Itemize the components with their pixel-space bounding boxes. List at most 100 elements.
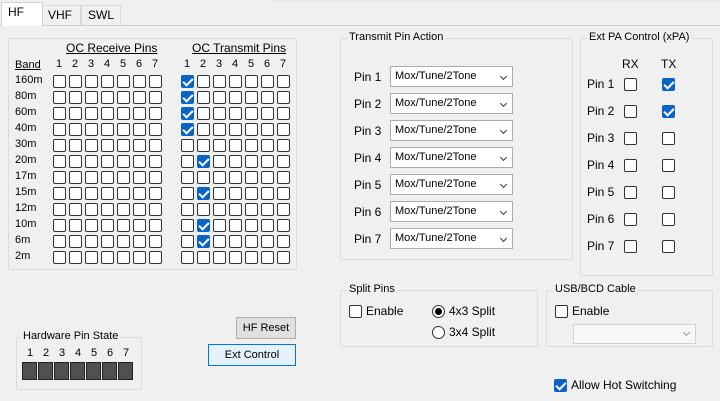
oc-transmit-checkbox[interactable] <box>229 139 242 152</box>
oc-transmit-checkbox[interactable] <box>181 235 194 248</box>
split-4x3-radio[interactable] <box>432 305 445 318</box>
oc-transmit-checkbox[interactable] <box>229 203 242 216</box>
ext-pa-rx-checkbox[interactable] <box>624 186 637 199</box>
oc-transmit-checkbox[interactable] <box>245 75 258 88</box>
transmit-pin-action-select[interactable]: Mox/Tune/2Tone <box>390 120 513 141</box>
ext-pa-tx-checkbox[interactable] <box>662 132 675 145</box>
oc-transmit-checkbox[interactable] <box>213 219 226 232</box>
oc-receive-checkbox[interactable] <box>53 203 66 216</box>
oc-receive-checkbox[interactable] <box>101 107 114 120</box>
oc-transmit-checkbox[interactable] <box>229 123 242 136</box>
oc-transmit-checkbox[interactable] <box>261 155 274 168</box>
oc-transmit-checkbox[interactable] <box>229 155 242 168</box>
oc-transmit-checkbox[interactable] <box>277 219 290 232</box>
oc-transmit-checkbox[interactable] <box>181 251 194 264</box>
oc-receive-checkbox[interactable] <box>69 75 82 88</box>
tab-swl[interactable]: SWL <box>81 5 121 25</box>
ext-pa-tx-checkbox[interactable] <box>662 213 675 226</box>
oc-receive-checkbox[interactable] <box>53 155 66 168</box>
oc-transmit-checkbox[interactable] <box>181 139 194 152</box>
oc-receive-checkbox[interactable] <box>53 91 66 104</box>
oc-receive-checkbox[interactable] <box>133 171 146 184</box>
oc-transmit-checkbox[interactable] <box>229 75 242 88</box>
oc-receive-checkbox[interactable] <box>53 235 66 248</box>
oc-transmit-checkbox[interactable] <box>245 219 258 232</box>
oc-transmit-checkbox[interactable] <box>261 75 274 88</box>
oc-transmit-checkbox[interactable] <box>261 91 274 104</box>
oc-transmit-checkbox[interactable] <box>213 155 226 168</box>
ext-control-button[interactable]: Ext Control <box>208 344 296 366</box>
oc-receive-checkbox[interactable] <box>85 91 98 104</box>
oc-transmit-checkbox[interactable] <box>229 91 242 104</box>
oc-receive-checkbox[interactable] <box>149 91 162 104</box>
oc-receive-checkbox[interactable] <box>69 139 82 152</box>
oc-transmit-checkbox[interactable] <box>181 187 194 200</box>
oc-receive-checkbox[interactable] <box>69 123 82 136</box>
oc-receive-checkbox[interactable] <box>69 219 82 232</box>
oc-receive-checkbox[interactable] <box>53 139 66 152</box>
oc-transmit-checkbox[interactable] <box>197 251 210 264</box>
oc-receive-checkbox[interactable] <box>69 187 82 200</box>
oc-transmit-checkbox[interactable] <box>181 203 194 216</box>
oc-receive-checkbox[interactable] <box>133 75 146 88</box>
oc-transmit-checkbox[interactable] <box>277 139 290 152</box>
ext-pa-tx-checkbox[interactable] <box>662 105 675 118</box>
oc-receive-checkbox[interactable] <box>69 251 82 264</box>
oc-receive-checkbox[interactable] <box>101 91 114 104</box>
allow-hot-switching-checkbox[interactable] <box>554 379 567 392</box>
oc-transmit-checkbox[interactable] <box>197 235 210 248</box>
oc-receive-checkbox[interactable] <box>117 251 130 264</box>
oc-transmit-checkbox[interactable] <box>213 203 226 216</box>
oc-transmit-checkbox[interactable] <box>277 235 290 248</box>
oc-receive-checkbox[interactable] <box>101 203 114 216</box>
ext-pa-tx-checkbox[interactable] <box>662 240 675 253</box>
oc-receive-checkbox[interactable] <box>85 187 98 200</box>
ext-pa-rx-checkbox[interactable] <box>624 105 637 118</box>
oc-receive-checkbox[interactable] <box>85 139 98 152</box>
oc-receive-checkbox[interactable] <box>69 107 82 120</box>
oc-receive-checkbox[interactable] <box>53 171 66 184</box>
oc-receive-checkbox[interactable] <box>149 107 162 120</box>
ext-pa-rx-checkbox[interactable] <box>624 78 637 91</box>
oc-receive-checkbox[interactable] <box>101 219 114 232</box>
oc-transmit-checkbox[interactable] <box>213 251 226 264</box>
oc-receive-checkbox[interactable] <box>53 107 66 120</box>
oc-transmit-checkbox[interactable] <box>261 171 274 184</box>
oc-transmit-checkbox[interactable] <box>261 251 274 264</box>
oc-receive-checkbox[interactable] <box>117 75 130 88</box>
oc-transmit-checkbox[interactable] <box>245 107 258 120</box>
oc-transmit-checkbox[interactable] <box>245 91 258 104</box>
oc-transmit-checkbox[interactable] <box>277 75 290 88</box>
oc-receive-checkbox[interactable] <box>117 91 130 104</box>
oc-receive-checkbox[interactable] <box>149 203 162 216</box>
ext-pa-rx-checkbox[interactable] <box>624 132 637 145</box>
oc-receive-checkbox[interactable] <box>85 219 98 232</box>
oc-transmit-checkbox[interactable] <box>277 187 290 200</box>
oc-transmit-checkbox[interactable] <box>181 171 194 184</box>
oc-receive-checkbox[interactable] <box>149 139 162 152</box>
transmit-pin-action-select[interactable]: Mox/Tune/2Tone <box>390 147 513 168</box>
usb-bcd-enable-checkbox[interactable] <box>555 305 568 318</box>
transmit-pin-action-select[interactable]: Mox/Tune/2Tone <box>390 174 513 195</box>
oc-receive-checkbox[interactable] <box>133 235 146 248</box>
oc-transmit-checkbox[interactable] <box>197 139 210 152</box>
oc-transmit-checkbox[interactable] <box>245 187 258 200</box>
oc-receive-checkbox[interactable] <box>101 171 114 184</box>
oc-receive-checkbox[interactable] <box>85 123 98 136</box>
oc-transmit-checkbox[interactable] <box>197 123 210 136</box>
oc-transmit-checkbox[interactable] <box>197 107 210 120</box>
oc-transmit-checkbox[interactable] <box>181 123 194 136</box>
oc-receive-checkbox[interactable] <box>101 251 114 264</box>
transmit-pin-action-select[interactable]: Mox/Tune/2Tone <box>390 228 513 249</box>
oc-receive-checkbox[interactable] <box>85 251 98 264</box>
oc-receive-checkbox[interactable] <box>133 139 146 152</box>
oc-transmit-checkbox[interactable] <box>245 139 258 152</box>
oc-receive-checkbox[interactable] <box>117 123 130 136</box>
oc-transmit-checkbox[interactable] <box>197 171 210 184</box>
ext-pa-tx-checkbox[interactable] <box>662 159 675 172</box>
oc-receive-checkbox[interactable] <box>117 187 130 200</box>
oc-receive-checkbox[interactable] <box>149 235 162 248</box>
oc-transmit-checkbox[interactable] <box>197 219 210 232</box>
oc-transmit-checkbox[interactable] <box>181 155 194 168</box>
oc-receive-checkbox[interactable] <box>101 123 114 136</box>
